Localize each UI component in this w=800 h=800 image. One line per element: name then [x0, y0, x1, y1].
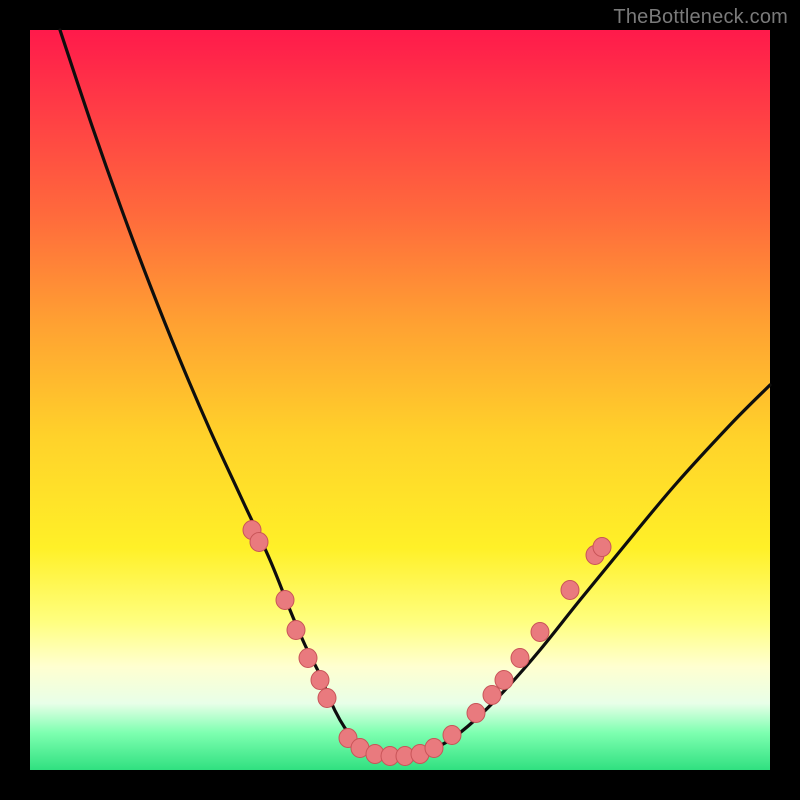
curve-marker [250, 533, 268, 552]
curve-marker [276, 591, 294, 610]
curve-marker [443, 726, 461, 745]
curve-marker [495, 671, 513, 690]
curve-marker [483, 686, 501, 705]
curve-marker [531, 623, 549, 642]
curve-marker [287, 621, 305, 640]
curve-marker [318, 689, 336, 708]
curve-marker [425, 739, 443, 758]
curve-svg [30, 30, 770, 770]
chart-frame: TheBottleneck.com [0, 0, 800, 800]
curve-marker [467, 704, 485, 723]
plot-area [30, 30, 770, 770]
watermark-text: TheBottleneck.com [613, 6, 788, 29]
curve-markers [243, 521, 611, 766]
curve-marker [511, 649, 529, 668]
curve-marker [311, 671, 329, 690]
curve-marker [299, 649, 317, 668]
curve-marker [561, 581, 579, 600]
curve-marker [593, 538, 611, 557]
bottleneck-curve [60, 30, 770, 756]
